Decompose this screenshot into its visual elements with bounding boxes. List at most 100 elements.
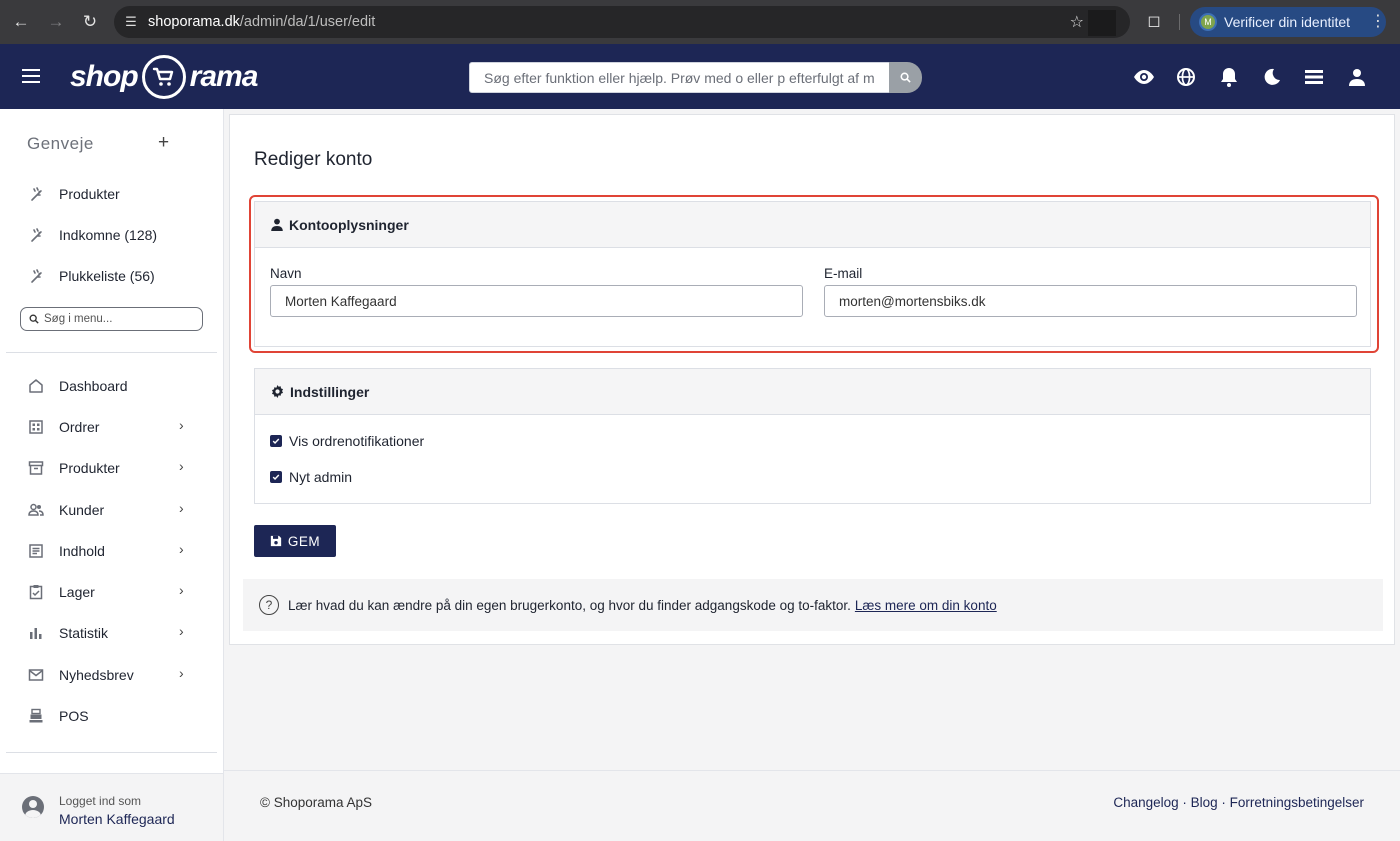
search-icon xyxy=(29,314,39,324)
shortcut-icon xyxy=(27,267,45,285)
chevron-right-icon: › xyxy=(179,417,184,433)
read-more-account-link[interactable]: Læs mere om din konto xyxy=(855,598,997,613)
shoporama-logo[interactable]: shop rama xyxy=(70,54,259,100)
shortcuts-title: Genveje xyxy=(27,134,94,153)
save-label: GEM xyxy=(287,533,321,549)
archive-icon xyxy=(27,459,45,477)
sidebar-item-indhold[interactable]: Indhold › xyxy=(27,540,184,562)
shortcut-produkter[interactable]: Produkter xyxy=(27,183,120,205)
sidebar-item-dashboard[interactable]: Dashboard xyxy=(27,375,128,397)
search-button[interactable] xyxy=(889,62,922,93)
shortcut-label: Produkter xyxy=(59,186,120,202)
bar-chart-icon xyxy=(27,624,45,642)
help-text: Lær hvad du kan ændre på din egen bruger… xyxy=(288,597,851,613)
new-admin-option[interactable]: Nyt admin xyxy=(270,469,352,485)
sidebar-item-pos[interactable]: POS xyxy=(27,705,89,727)
user-avatar-icon xyxy=(22,796,44,818)
menu-search-input[interactable] xyxy=(44,313,184,325)
sidebar-item-label: Kunder xyxy=(59,502,105,518)
sidebar-item-kunder[interactable]: Kunder › xyxy=(27,499,184,521)
logged-in-label: Logget ind som xyxy=(59,794,142,808)
sidebar-item-label: Lager xyxy=(59,584,95,600)
floppy-disk-icon xyxy=(270,535,282,547)
sidebar-item-ordrer[interactable]: Ordrer › xyxy=(27,416,184,438)
settings-panel-header: Indstillinger xyxy=(255,369,1370,415)
extensions-icon[interactable]: ◻ xyxy=(1143,11,1165,33)
settings-panel-title: Indstillinger xyxy=(290,383,370,400)
new-admin-label: Nyt admin xyxy=(289,469,353,485)
chevron-right-icon: › xyxy=(179,458,184,474)
site-settings-icon[interactable]: ☰ xyxy=(114,14,148,30)
eye-icon[interactable] xyxy=(1133,66,1155,88)
reload-icon[interactable]: ↻ xyxy=(73,0,107,44)
sidebar-divider xyxy=(6,752,217,753)
verify-identity-button[interactable]: M Verificer din identitet xyxy=(1190,7,1386,37)
logged-in-name: Morten Kaffegaard xyxy=(59,811,175,827)
chevron-right-icon: › xyxy=(179,665,184,681)
shortcut-label: Indkomne (128) xyxy=(59,227,158,243)
shortcut-icon xyxy=(27,226,45,244)
bookmark-star-icon[interactable]: ☆ xyxy=(1070,12,1084,32)
sidebar-item-label: Nyhedsbrev xyxy=(59,667,134,683)
order-notifications-option[interactable]: Vis ordrenotifikationer xyxy=(270,433,424,449)
chevron-right-icon: › xyxy=(179,623,184,639)
footer-links[interactable]: Changelog · Blog · Forretningsbetingelse… xyxy=(1113,795,1364,810)
address-bar[interactable]: ☰ shoporama.dk/admin/da/1/user/edit ☆ xyxy=(114,6,1130,38)
shortcut-icon xyxy=(27,185,45,203)
menu-search[interactable] xyxy=(20,307,203,331)
home-icon xyxy=(27,377,45,395)
logo-text-left: shop xyxy=(70,60,139,93)
copyright-text: © Shoporama ApS xyxy=(260,795,373,810)
chevron-right-icon: › xyxy=(179,541,184,557)
order-notifications-label: Vis ordrenotifikationer xyxy=(289,433,425,449)
clipboard-icon xyxy=(27,583,45,601)
save-button[interactable]: GEM xyxy=(254,525,336,557)
sidebar-item-nyhedsbrev[interactable]: Nyhedsbrev › xyxy=(27,664,184,686)
order-notifications-checkbox[interactable] xyxy=(270,435,282,447)
forward-icon[interactable]: → xyxy=(39,0,73,44)
extension-slot xyxy=(1088,10,1116,36)
bell-icon[interactable] xyxy=(1218,66,1240,88)
shortcut-indkomne[interactable]: Indkomne (128) xyxy=(27,224,157,246)
url-text: shoporama.dk/admin/da/1/user/edit xyxy=(148,14,376,30)
shortcut-label: Plukkeliste (56) xyxy=(59,268,155,284)
toolbar-divider xyxy=(1179,14,1180,30)
people-icon xyxy=(27,501,45,519)
globe-icon[interactable] xyxy=(1175,66,1197,88)
user-icon[interactable] xyxy=(1346,66,1368,88)
stack-icon[interactable] xyxy=(1303,66,1325,88)
back-icon[interactable]: ← xyxy=(4,0,38,44)
global-search-input[interactable] xyxy=(469,62,890,93)
highlight-outline xyxy=(249,195,1379,353)
mail-icon xyxy=(27,666,45,684)
app-header: shop rama xyxy=(0,44,1400,109)
sidebar: Genveje + Produkter Indkomne (128) Plukk… xyxy=(0,109,224,841)
hamburger-menu-icon[interactable] xyxy=(22,69,42,85)
question-circle-icon: ? xyxy=(259,595,279,615)
page-title: Rediger konto xyxy=(254,149,373,170)
logged-in-user[interactable]: Logget ind som Morten Kaffegaard xyxy=(0,773,223,841)
sidebar-item-label: Indhold xyxy=(59,543,105,559)
browser-menu-icon[interactable]: ⋮ xyxy=(1370,11,1386,31)
sidebar-item-statistik[interactable]: Statistik › xyxy=(27,622,184,644)
shortcut-plukkeliste[interactable]: Plukkeliste (56) xyxy=(27,265,155,287)
chevron-right-icon: › xyxy=(179,500,184,516)
sidebar-item-label: Ordrer xyxy=(59,419,100,435)
sidebar-item-lager[interactable]: Lager › xyxy=(27,581,184,603)
sidebar-divider xyxy=(6,352,217,353)
document-icon xyxy=(27,542,45,560)
profile-avatar: M xyxy=(1199,13,1217,31)
edit-account-card: Rediger konto Kontooplysninger Navn E-ma… xyxy=(229,114,1395,645)
verify-label: Verificer din identitet xyxy=(1224,14,1351,30)
add-shortcut-icon[interactable]: + xyxy=(158,132,169,154)
main-content: Rediger konto Kontooplysninger Navn E-ma… xyxy=(224,109,1400,841)
help-info-box: ? Lær hvad du kan ændre på din egen brug… xyxy=(243,579,1383,631)
sidebar-item-label: POS xyxy=(59,708,89,724)
logo-text-right: rama xyxy=(189,60,259,93)
cart-logo-icon xyxy=(141,55,186,99)
new-admin-checkbox[interactable] xyxy=(270,471,282,483)
browser-toolbar: ← → ↻ ☰ shoporama.dk/admin/da/1/user/edi… xyxy=(0,0,1400,44)
sidebar-item-produkter[interactable]: Produkter › xyxy=(27,457,184,479)
footer: © Shoporama ApS Changelog · Blog · Forre… xyxy=(224,770,1400,841)
moon-icon[interactable] xyxy=(1261,66,1283,88)
